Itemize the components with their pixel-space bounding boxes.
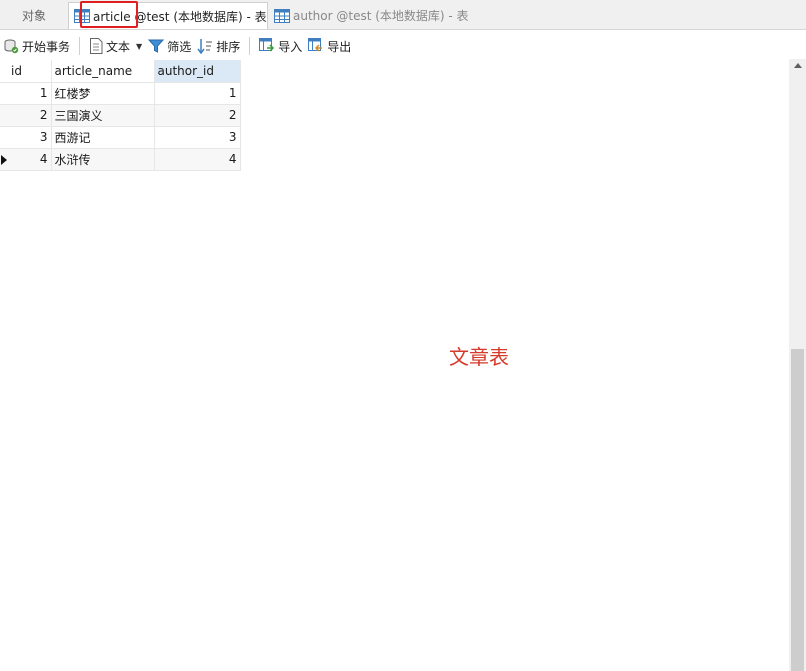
begin-transaction-label: 开始事务 <box>22 39 71 54</box>
export-button[interactable]: 导出 <box>305 35 354 57</box>
cell-id[interactable]: 4 <box>8 148 52 171</box>
column-header-author-id[interactable]: author_id <box>154 60 241 83</box>
table-row[interactable]: 2 三国演义 2 <box>0 104 241 127</box>
row-indicator[interactable] <box>0 126 8 149</box>
tab-article-label: article @test (本地数据库) - 表 <box>93 9 267 24</box>
toolbar-separator <box>79 37 81 55</box>
table-row[interactable]: 3 西游记 3 <box>0 126 241 149</box>
toolbar: 开始事务 文本 ▼ 筛选 排序 导入 导出 <box>0 33 806 59</box>
vertical-scrollbar[interactable] <box>789 59 806 671</box>
tab-author[interactable]: author @test (本地数据库) - 表 <box>270 2 500 29</box>
export-icon <box>308 38 323 52</box>
import-label: 导入 <box>278 39 303 54</box>
filter-icon <box>148 39 165 53</box>
import-icon <box>259 38 275 52</box>
export-label: 导出 <box>327 39 352 54</box>
row-indicator-header <box>0 60 8 83</box>
row-indicator[interactable] <box>0 104 8 127</box>
cell-id[interactable]: 3 <box>8 126 52 149</box>
sort-label: 排序 <box>216 39 241 54</box>
scrollbar-thumb[interactable] <box>791 349 804 671</box>
current-row-arrow-icon <box>1 154 7 165</box>
scroll-up-arrow-icon[interactable] <box>794 63 802 68</box>
annotation-label: 文章表 <box>449 345 509 369</box>
table-icon <box>74 9 90 23</box>
column-header-id[interactable]: id <box>8 60 52 83</box>
cell-author-id[interactable]: 1 <box>154 82 241 105</box>
table-row[interactable]: 4 水浒传 4 <box>0 148 241 171</box>
cell-article-name[interactable]: 西游记 <box>51 126 155 149</box>
row-indicator[interactable] <box>0 148 8 171</box>
sort-button[interactable]: 排序 <box>194 35 243 57</box>
cell-author-id[interactable]: 2 <box>154 104 241 127</box>
tab-objects[interactable]: 对象 <box>0 2 68 29</box>
caret-down-icon[interactable]: ▼ <box>136 42 142 51</box>
cell-id[interactable]: 2 <box>8 104 52 127</box>
text-label: 文本 <box>106 39 131 54</box>
row-indicator[interactable] <box>0 82 8 105</box>
sort-icon <box>197 39 213 54</box>
tab-bar: 对象 article @test (本地数据库) - 表 author @tes… <box>0 0 806 30</box>
tab-author-label: author @test (本地数据库) - 表 <box>293 9 469 23</box>
tab-article[interactable]: article @test (本地数据库) - 表 <box>68 2 268 29</box>
cell-article-name[interactable]: 水浒传 <box>51 148 155 171</box>
transaction-icon <box>4 39 19 54</box>
filter-button[interactable]: 筛选 <box>145 35 194 57</box>
cell-author-id[interactable]: 4 <box>154 148 241 171</box>
import-button[interactable]: 导入 <box>256 35 305 57</box>
toolbar-separator <box>249 37 251 55</box>
column-header-article-name[interactable]: article_name <box>51 60 155 83</box>
cell-article-name[interactable]: 三国演义 <box>51 104 155 127</box>
filter-label: 筛选 <box>167 39 192 54</box>
table-row[interactable]: 1 红楼梦 1 <box>0 82 241 105</box>
cell-author-id[interactable]: 3 <box>154 126 241 149</box>
begin-transaction-button[interactable]: 开始事务 <box>0 35 73 57</box>
table-icon <box>274 8 290 23</box>
document-icon <box>90 38 103 54</box>
cell-id[interactable]: 1 <box>8 82 52 105</box>
tab-objects-label: 对象 <box>21 9 46 23</box>
data-grid: id article_name author_id 1 红楼梦 1 2 三国演义… <box>0 60 241 171</box>
text-button[interactable]: 文本 ▼ <box>86 35 145 57</box>
grid-header-row: id article_name author_id <box>0 60 241 83</box>
cell-article-name[interactable]: 红楼梦 <box>51 82 155 105</box>
